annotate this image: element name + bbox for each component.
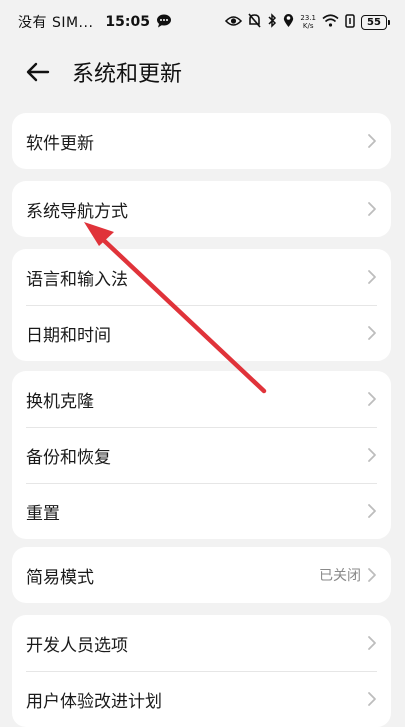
chevron-right-icon — [368, 504, 376, 518]
wifi-icon — [322, 14, 339, 30]
settings-item-label: 软件更新 — [26, 133, 94, 154]
settings-item-label: 备份和恢复 — [26, 447, 111, 468]
chevron-right-icon — [368, 270, 376, 284]
settings-group-simple-mode: 简易模式 已关闭 — [12, 547, 391, 603]
settings-group-language-time: 语言和输入法 日期和时间 — [12, 249, 391, 361]
status-bar: 没有 SIM... 15:05 23.1 K/s 55 — [0, 0, 405, 44]
status-bar-right: 23.1 K/s 55 — [225, 13, 390, 31]
settings-item-system-navigation[interactable]: 系统导航方式 — [12, 181, 391, 237]
settings-group-backup: 换机克隆 备份和恢复 重置 — [12, 371, 391, 539]
settings-item-language-input[interactable]: 语言和输入法 — [12, 249, 391, 305]
settings-group-software-update: 软件更新 — [12, 113, 391, 169]
settings-item-label: 语言和输入法 — [26, 269, 128, 290]
settings-item-label: 开发人员选项 — [26, 635, 128, 656]
chevron-right-icon — [368, 692, 376, 706]
chevron-right-icon — [368, 134, 376, 148]
settings-item-label: 系统导航方式 — [26, 201, 128, 222]
settings-item-user-experience[interactable]: 用户体验改进计划 — [12, 671, 391, 727]
page-header: 系统和更新 — [0, 44, 405, 98]
page-title: 系统和更新 — [72, 62, 183, 87]
settings-item-status: 已关闭 — [319, 568, 361, 584]
chevron-right-icon — [368, 392, 376, 406]
settings-item-label: 重置 — [26, 503, 60, 524]
chevron-right-icon — [368, 448, 376, 462]
chevron-right-icon — [368, 636, 376, 650]
chevron-right-icon — [368, 568, 376, 582]
clock: 15:05 — [105, 14, 150, 30]
signal-icon — [345, 13, 355, 31]
silent-icon — [248, 13, 262, 31]
network-speed-unit: K/s — [302, 22, 314, 30]
settings-item-developer-options[interactable]: 开发人员选项 — [12, 615, 391, 671]
settings-item-backup-restore[interactable]: 备份和恢复 — [12, 427, 391, 483]
bluetooth-icon — [267, 13, 277, 31]
eye-icon — [225, 15, 243, 30]
settings-group-navigation: 系统导航方式 — [12, 181, 391, 237]
status-bar-left: 没有 SIM... 15:05 — [18, 12, 172, 32]
chevron-right-icon — [368, 202, 376, 216]
settings-item-date-time[interactable]: 日期和时间 — [12, 305, 391, 361]
settings-item-software-update[interactable]: 软件更新 — [12, 113, 391, 169]
settings-item-label: 日期和时间 — [26, 325, 111, 346]
settings-item-simple-mode[interactable]: 简易模式 已关闭 — [12, 547, 391, 603]
location-icon — [283, 13, 294, 31]
network-speed-value: 23.1 — [300, 14, 316, 22]
network-speed: 23.1 K/s — [300, 14, 316, 30]
settings-group-developer: 开发人员选项 用户体验改进计划 — [12, 615, 391, 727]
settings-item-label: 用户体验改进计划 — [26, 691, 162, 712]
back-arrow-icon[interactable] — [24, 58, 52, 86]
settings-item-reset[interactable]: 重置 — [12, 483, 391, 539]
battery-icon: 55 — [361, 14, 390, 30]
message-icon — [156, 14, 172, 31]
chevron-right-icon — [368, 326, 376, 340]
settings-item-label: 简易模式 — [26, 567, 94, 588]
settings-item-label: 换机克隆 — [26, 391, 94, 412]
carrier-label: 没有 SIM... — [18, 15, 94, 31]
settings-item-phone-clone[interactable]: 换机克隆 — [12, 371, 391, 427]
